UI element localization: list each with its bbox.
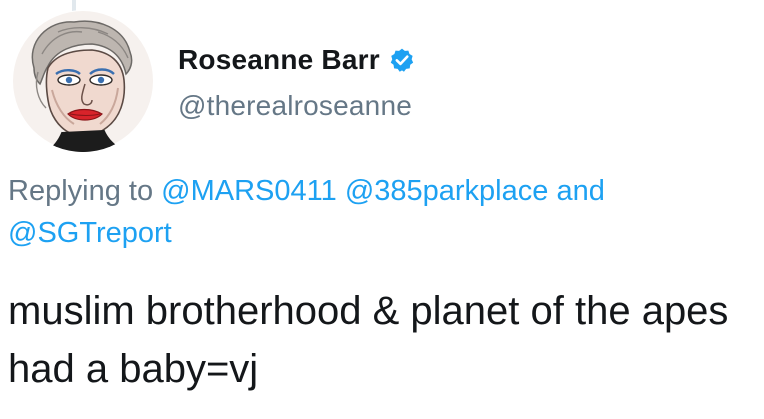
tweet-card: Roseanne Barr @therealroseanne Replying … [0,0,764,419]
verified-badge-icon [389,47,415,73]
display-name[interactable]: Roseanne Barr [178,44,380,76]
mention-link[interactable]: @385parkplace [345,175,549,207]
replying-to-line: Replying to @MARS0411 @385parkplace and … [8,170,748,254]
avatar[interactable] [12,10,154,152]
mention-conjunction: and [556,175,605,207]
display-name-row: Roseanne Barr [178,40,415,80]
tweet-author: Roseanne Barr @therealroseanne [178,40,415,122]
mention-link[interactable]: @MARS0411 [161,175,337,207]
caricature-portrait-avatar-icon [13,11,153,152]
user-handle[interactable]: @therealroseanne [178,90,415,122]
replying-to-label: Replying to [8,175,154,207]
mention-link[interactable]: @SGTreport [8,217,172,249]
tweet-text: muslim brotherhood & planet of the apes … [8,289,729,391]
